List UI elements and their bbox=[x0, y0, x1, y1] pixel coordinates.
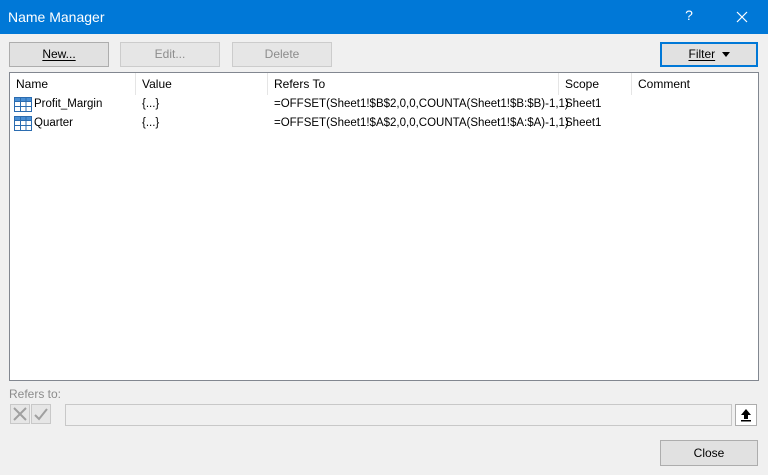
table-row[interactable]: Profit_Margin {...} =OFFSET(Sheet1!$B$2,… bbox=[10, 95, 758, 114]
column-header-value[interactable]: Value bbox=[136, 73, 268, 95]
column-header-refers-to[interactable]: Refers To bbox=[268, 73, 559, 95]
named-range-icon bbox=[14, 116, 32, 131]
row-name: Profit_Margin bbox=[34, 98, 103, 110]
dropdown-arrow-icon bbox=[721, 52, 730, 58]
confirm-edit-button[interactable] bbox=[31, 404, 51, 424]
delete-button[interactable]: Delete bbox=[232, 42, 332, 67]
window-title: Name Manager bbox=[8, 9, 105, 25]
row-scope: Sheet1 bbox=[565, 98, 602, 110]
column-header-name[interactable]: Name bbox=[10, 73, 136, 95]
column-header-scope[interactable]: Scope bbox=[559, 73, 632, 95]
cancel-edit-button[interactable] bbox=[10, 404, 30, 424]
row-value: {...} bbox=[142, 117, 160, 129]
close-window-button[interactable] bbox=[722, 0, 762, 34]
row-value: {...} bbox=[142, 98, 160, 110]
filter-button[interactable]: Filter bbox=[660, 42, 758, 67]
row-refers-to: =OFFSET(Sheet1!$A$2,0,0,COUNTA(Sheet1!$A… bbox=[274, 117, 569, 129]
collapse-dialog-button[interactable] bbox=[735, 404, 757, 426]
help-button[interactable]: ? bbox=[679, 7, 699, 23]
row-scope: Sheet1 bbox=[565, 117, 602, 129]
collapse-arrow-icon bbox=[741, 409, 751, 422]
delete-button-label: Delete bbox=[264, 47, 300, 61]
named-range-icon bbox=[14, 97, 32, 112]
close-icon bbox=[736, 11, 748, 23]
row-refers-to: =OFFSET(Sheet1!$B$2,0,0,COUNTA(Sheet1!$B… bbox=[274, 98, 569, 110]
column-header-comment[interactable]: Comment bbox=[632, 73, 758, 95]
close-button[interactable]: Close bbox=[660, 440, 758, 466]
new-button-label: New... bbox=[42, 47, 76, 61]
close-button-label: Close bbox=[693, 446, 725, 460]
new-button[interactable]: New... bbox=[9, 42, 109, 67]
refers-to-label: Refers to: bbox=[9, 387, 62, 401]
refers-to-input[interactable] bbox=[65, 404, 732, 426]
filter-button-label: Filter bbox=[688, 47, 716, 61]
table-row[interactable]: Quarter {...} =OFFSET(Sheet1!$A$2,0,0,CO… bbox=[10, 114, 758, 133]
checkmark-icon bbox=[34, 408, 48, 421]
title-bar: Name Manager ? bbox=[0, 0, 768, 34]
row-name: Quarter bbox=[34, 117, 73, 129]
edit-button-label: Edit... bbox=[154, 47, 186, 61]
cancel-x-icon bbox=[13, 407, 27, 421]
names-list[interactable]: Name Value Refers To Scope Comment Profi… bbox=[9, 72, 759, 381]
edit-button[interactable]: Edit... bbox=[120, 42, 220, 67]
